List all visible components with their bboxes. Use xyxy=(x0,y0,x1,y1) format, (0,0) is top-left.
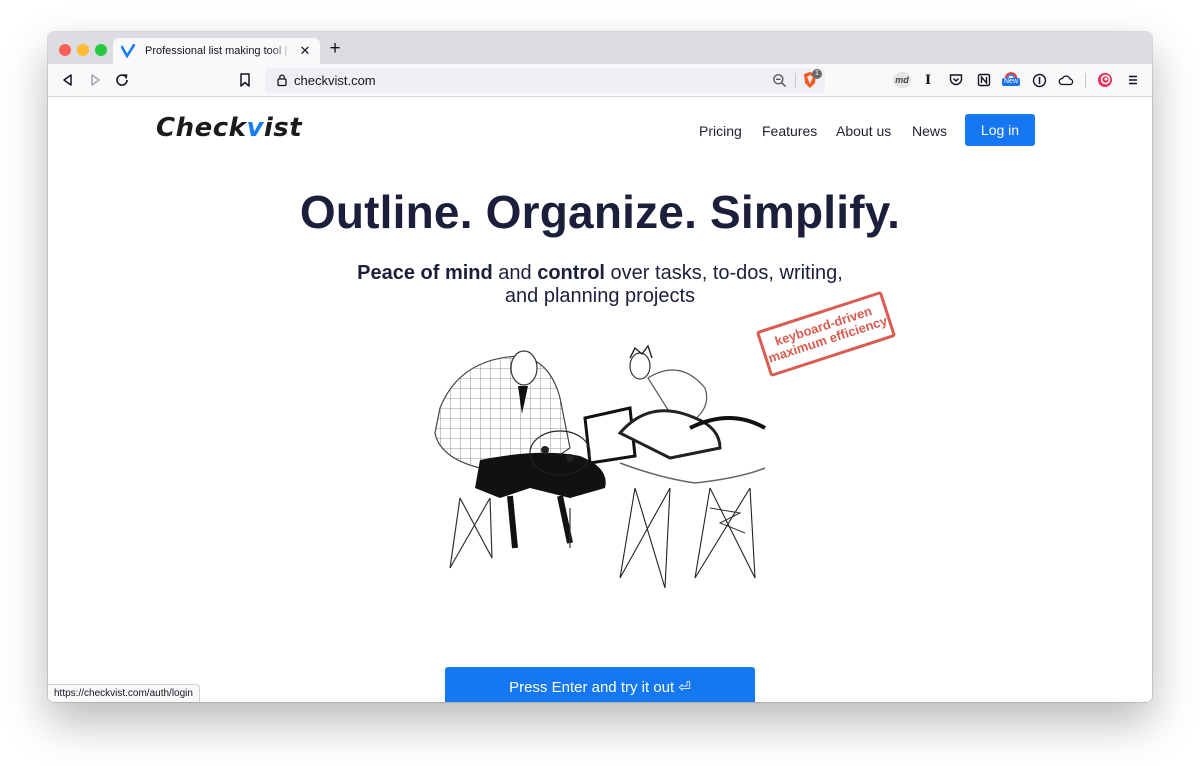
try-it-out-button[interactable]: Press Enter and try it out ⏎ xyxy=(445,667,755,702)
login-button[interactable]: Log in xyxy=(965,114,1035,146)
page-headline: Outline. Organize. Simplify. xyxy=(299,186,901,238)
forward-icon[interactable] xyxy=(87,72,103,88)
sub-and: and xyxy=(492,262,538,284)
bookmark-icon[interactable] xyxy=(237,72,253,88)
browser-toolbar: checkvist.com 1 md I New xyxy=(48,64,1152,97)
tab-checkvist[interactable]: Professional list making tool | Checkvis… xyxy=(113,38,320,64)
menu-icon[interactable] xyxy=(1125,72,1141,88)
extension-spiral-icon[interactable] xyxy=(1097,72,1113,88)
cursor-icon[interactable]: I xyxy=(920,72,936,88)
status-bar-url: https://checkvist.com/auth/login xyxy=(48,684,200,702)
sub-bold-control: control xyxy=(537,262,605,284)
tab-strip: Professional list making tool | Checkvis… xyxy=(48,32,1152,64)
toolbar-separator xyxy=(1085,73,1086,88)
logo-text-start: Check xyxy=(156,113,247,143)
nav-features[interactable]: Features xyxy=(762,123,817,139)
notion-icon[interactable] xyxy=(976,72,992,88)
reload-icon[interactable] xyxy=(114,72,130,88)
tab-title: Professional list making tool | Checkvis… xyxy=(145,45,292,57)
pocket-icon[interactable] xyxy=(948,72,964,88)
checkvist-logo[interactable]: Checkvist xyxy=(156,113,302,143)
browser-window: Professional list making tool | Checkvis… xyxy=(48,32,1152,702)
logo-text-end: ist xyxy=(263,113,303,143)
new-tab-button[interactable]: + xyxy=(327,39,343,58)
url-separator xyxy=(795,73,796,88)
back-icon[interactable] xyxy=(60,72,76,88)
nav-news[interactable]: News xyxy=(912,123,947,139)
nav-pricing[interactable]: Pricing xyxy=(699,123,742,139)
url-bar[interactable]: checkvist.com 1 xyxy=(265,68,825,93)
new-badge: New xyxy=(1002,78,1021,86)
brave-shield-badge: 1 xyxy=(812,69,822,79)
chrome-ext-icon[interactable]: New xyxy=(1002,70,1021,86)
onepassword-icon[interactable] xyxy=(1031,72,1047,88)
hero-illustration xyxy=(434,344,766,589)
tab-close-icon[interactable]: ✕ xyxy=(298,44,312,58)
zoom-window-button[interactable] xyxy=(95,44,107,56)
zoom-icon[interactable] xyxy=(772,73,787,88)
sub-bold-peace: Peace of mind xyxy=(357,262,493,284)
brave-shield-icon[interactable]: 1 xyxy=(802,69,822,90)
cloud-icon[interactable] xyxy=(1058,72,1074,88)
url-text: checkvist.com xyxy=(294,73,376,88)
minimize-window-button[interactable] xyxy=(77,44,89,56)
web-page: Checkvist Pricing Features About us News… xyxy=(48,98,1152,702)
sub-line-2: and planning projects xyxy=(504,285,696,307)
checkvist-favicon-icon xyxy=(121,44,135,58)
logo-text-v: v xyxy=(246,113,264,143)
lock-icon xyxy=(277,74,287,87)
markdown-icon[interactable]: md xyxy=(893,72,911,88)
sub-rest: over tasks, to-dos, writing, xyxy=(605,262,843,284)
close-window-button[interactable] xyxy=(59,44,71,56)
nav-about-us[interactable]: About us xyxy=(836,123,891,139)
page-subheading: Peace of mind and control over tasks, to… xyxy=(48,262,1152,308)
